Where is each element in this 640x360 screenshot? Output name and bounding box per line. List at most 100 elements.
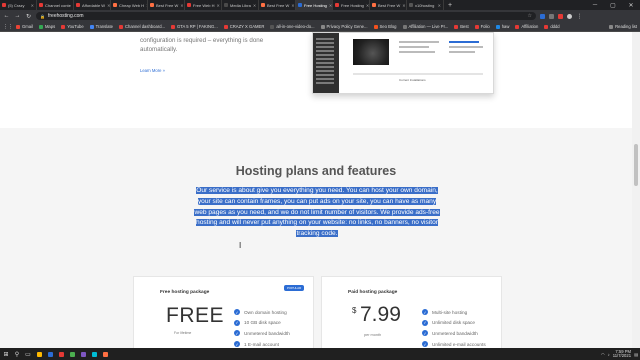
screenshot-sidebar bbox=[313, 33, 339, 93]
tab-favicon-icon bbox=[409, 3, 413, 7]
bookmark-favicon-icon bbox=[474, 24, 479, 29]
browser-tab[interactable]: x10hosting ✕ bbox=[407, 0, 444, 10]
clock[interactable]: 7:59 PM 11/7/2021 bbox=[613, 349, 631, 359]
bookmark-favicon-icon bbox=[16, 24, 20, 29]
reading-list-button[interactable]: Reading list bbox=[609, 24, 637, 29]
tab-favicon-icon bbox=[187, 3, 191, 7]
url-bar[interactable]: 🔒 freehosting.com ☆ bbox=[36, 12, 536, 20]
bookmark-favicon-icon bbox=[118, 24, 123, 29]
back-icon[interactable]: ← bbox=[3, 13, 10, 19]
tab-close-icon[interactable]: ✕ bbox=[366, 3, 369, 8]
bookmark-item[interactable]: GTA 5 RP | FAKING... bbox=[171, 24, 218, 29]
bookmark-label: Folio bbox=[480, 24, 490, 29]
bookmark-label: Privacy Policy Gene... bbox=[326, 24, 368, 29]
bookmark-item[interactable]: dddd bbox=[544, 24, 560, 29]
taskbar-app-icon[interactable] bbox=[79, 350, 87, 358]
tab-close-icon[interactable]: ✕ bbox=[329, 3, 332, 8]
bookmark-item[interactable]: CRAZY X GAMER bbox=[223, 24, 264, 29]
system-tray: ◠ ♪ 7:59 PM 11/7/2021 ▤ bbox=[601, 349, 638, 359]
taskbar: ⊞ ⚲ ▭ ◠ ♪ 7:59 PM 11/7/2021 ▤ bbox=[0, 348, 640, 360]
bookmark-item[interactable]: Affiliation bbox=[515, 24, 538, 29]
page-scrollbar[interactable] bbox=[632, 32, 640, 348]
tab-close-icon[interactable]: ✕ bbox=[291, 3, 294, 8]
browser-tab[interactable]: Channel conte✕ bbox=[37, 0, 74, 10]
screenshot-caption: Current Installations bbox=[399, 78, 426, 82]
menu-icon[interactable]: ⋮ bbox=[576, 13, 583, 20]
plan-card-paid: Paid hosting package $ 7.99 per month ✓ M… bbox=[321, 276, 502, 348]
minimize-icon[interactable]: ─ bbox=[586, 0, 604, 10]
tab-close-icon[interactable]: ✕ bbox=[253, 3, 256, 8]
browser-tab[interactable]: (5) Crazy ✕ bbox=[0, 0, 37, 10]
browser-tab[interactable]: Best Free W ✕ bbox=[259, 0, 296, 10]
new-tab-button[interactable]: + bbox=[444, 0, 456, 10]
taskbar-app-icon[interactable] bbox=[46, 350, 54, 358]
taskbar-app-icon[interactable] bbox=[90, 350, 98, 358]
bookmark-item[interactable]: Best bbox=[454, 24, 469, 29]
browser-tab[interactable]: Free Hosting ✕ bbox=[333, 0, 370, 10]
bookmark-item[interactable]: Translate bbox=[89, 24, 113, 29]
task-view-icon[interactable]: ▭ bbox=[24, 350, 32, 358]
bookmark-favicon-icon bbox=[544, 24, 549, 29]
selected-text[interactable]: Our service is about give you everything… bbox=[194, 187, 440, 238]
bookmark-item[interactable]: Privacy Policy Gene... bbox=[320, 24, 368, 29]
volume-icon[interactable]: ♪ bbox=[608, 352, 610, 357]
tab-close-icon[interactable]: ✕ bbox=[217, 3, 220, 8]
start-icon[interactable]: ⊞ bbox=[2, 350, 10, 358]
close-window-icon[interactable]: ✕ bbox=[622, 0, 640, 10]
bookmark-item[interactable]: haw bbox=[495, 24, 509, 29]
browser-tab[interactable]: Media Libra ✕ bbox=[222, 0, 259, 10]
tab-close-icon[interactable]: ✕ bbox=[402, 3, 405, 8]
bookmark-favicon-icon bbox=[454, 24, 459, 29]
search-icon[interactable]: ⚲ bbox=[13, 350, 21, 358]
tab-close-icon[interactable]: ✕ bbox=[31, 3, 34, 8]
scrollbar-thumb[interactable] bbox=[634, 144, 638, 186]
plan-price-subtitle: For lifetime bbox=[174, 331, 192, 335]
browser-tab[interactable]: Affordable W ✕ bbox=[74, 0, 111, 10]
bookmark-item[interactable]: Maps bbox=[38, 24, 56, 29]
tab-favicon-icon bbox=[224, 3, 228, 7]
reload-icon[interactable]: ↻ bbox=[25, 13, 32, 20]
list-item: ✓ 10 GB disk space bbox=[234, 319, 281, 326]
profile-avatar[interactable] bbox=[567, 13, 572, 19]
maximize-icon[interactable]: ▢ bbox=[604, 0, 622, 10]
learn-more-link[interactable]: Learn More » bbox=[140, 68, 165, 73]
network-icon[interactable]: ◠ bbox=[601, 352, 605, 357]
tab-close-icon[interactable]: ✕ bbox=[107, 3, 110, 8]
section-description: Our service is about give you everything… bbox=[192, 186, 442, 240]
control-panel-screenshot: Current Installations bbox=[312, 32, 494, 94]
browser-tab[interactable]: Best Free W ✕ bbox=[148, 0, 185, 10]
reading-list-label: Reading list bbox=[615, 24, 637, 29]
notifications-icon[interactable]: ▤ bbox=[634, 352, 638, 357]
bookmark-item[interactable]: Gmail bbox=[16, 24, 33, 29]
browser-tab[interactable]: Cheap Web H✕ bbox=[111, 0, 148, 10]
tab-close-icon[interactable]: ✕ bbox=[438, 3, 441, 8]
taskbar-app-icon[interactable] bbox=[57, 350, 65, 358]
browser-tab[interactable]: Free Hosting ✕ bbox=[296, 0, 333, 10]
bookmark-item[interactable]: Affiliation — Live Pr... bbox=[402, 24, 448, 29]
taskbar-app-icon[interactable] bbox=[35, 350, 43, 358]
bookmark-star-icon[interactable]: ☆ bbox=[528, 13, 532, 19]
bookmark-item[interactable]: YouTube bbox=[61, 24, 84, 29]
tab-title: Best Free W bbox=[378, 2, 401, 8]
extension-icon[interactable] bbox=[549, 13, 554, 19]
tab-title: Media Libra bbox=[230, 2, 251, 8]
bookmark-item[interactable]: Seo Blog bbox=[373, 24, 397, 29]
bookmark-item[interactable]: all-in-one-video-do... bbox=[270, 24, 315, 29]
taskbar-app-icon[interactable] bbox=[101, 350, 109, 358]
bookmark-label: Maps bbox=[44, 24, 56, 29]
browser-tab[interactable]: Best Free W ✕ bbox=[370, 0, 407, 10]
browser-tab[interactable]: Free Web H ✕ bbox=[185, 0, 222, 10]
list-item: ✓ Unmetered bandwidth bbox=[234, 330, 290, 337]
extension-icon[interactable] bbox=[540, 13, 545, 19]
bookmark-favicon-icon bbox=[270, 24, 275, 29]
extension-icon[interactable] bbox=[558, 13, 563, 19]
forward-icon[interactable]: → bbox=[14, 13, 21, 19]
plan-card-free: Free hosting package POPULAR FREE For li… bbox=[133, 276, 314, 348]
feature-section: configuration is required – everything i… bbox=[0, 32, 632, 128]
apps-icon[interactable]: ⋮⋮ bbox=[3, 24, 13, 30]
tab-close-icon[interactable]: ✕ bbox=[180, 3, 183, 8]
taskbar-app-icon[interactable] bbox=[68, 350, 76, 358]
bookmark-item[interactable]: Channel dashboard... bbox=[118, 24, 165, 29]
bookmark-item[interactable]: Folio bbox=[474, 24, 490, 29]
check-icon: ✓ bbox=[234, 330, 240, 337]
